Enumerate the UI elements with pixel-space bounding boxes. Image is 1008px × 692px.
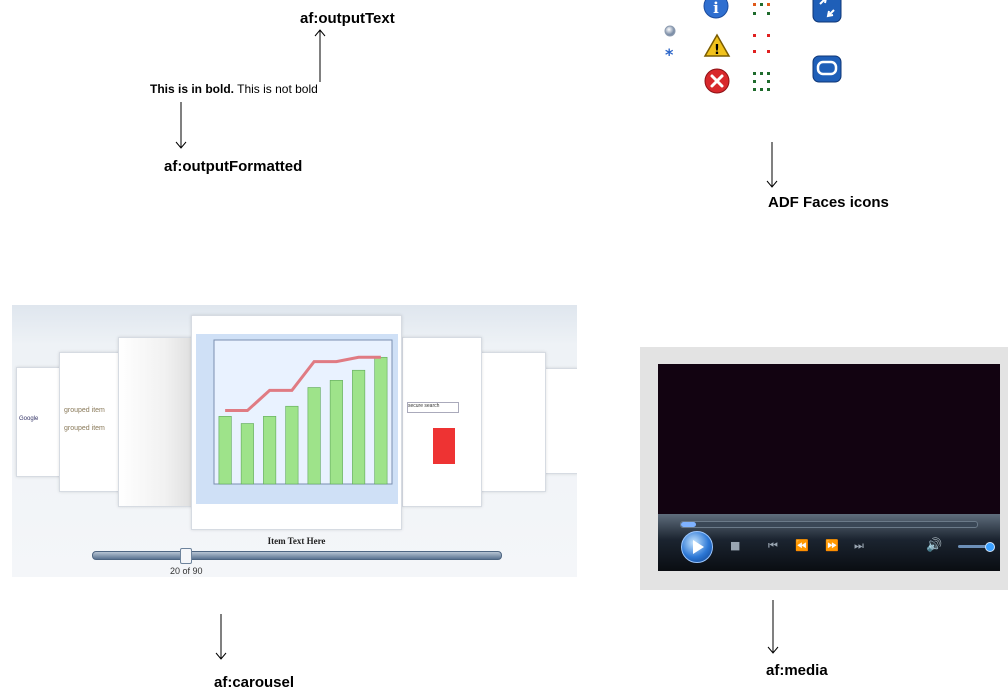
label-output-text: af:outputText <box>300 10 395 27</box>
carousel-card[interactable] <box>118 337 198 507</box>
chart-bar <box>374 356 388 485</box>
chart-bar <box>352 369 366 485</box>
chart-bar <box>285 405 299 485</box>
carousel-slider-track[interactable] <box>92 551 502 560</box>
play-button[interactable] <box>681 531 713 563</box>
grouped-item-text: grouped item <box>64 407 105 414</box>
label-adf-icons: ADF Faces icons <box>768 194 889 211</box>
chart-bar <box>240 423 254 485</box>
arrow-up-icon <box>314 29 326 82</box>
media-player[interactable]: ■ ⏮ ⏪ ⏩ ⏭ 🔊 <box>640 347 1008 590</box>
svg-text:i: i <box>713 0 719 17</box>
media-controls: ■ ⏮ ⏪ ⏩ ⏭ 🔊 <box>658 514 1000 571</box>
carousel-position-text: 20 of 90 <box>170 566 203 576</box>
volume-slider[interactable] <box>958 542 995 552</box>
arrow-down-icon <box>175 102 187 149</box>
label-media: af:media <box>766 662 828 679</box>
arrow-down-icon <box>766 142 778 188</box>
carousel-card[interactable] <box>474 352 546 492</box>
media-screen[interactable] <box>658 364 1000 514</box>
asterisk-icon: * <box>665 45 674 64</box>
chart-bar <box>329 380 343 485</box>
next-button[interactable]: ⏭ <box>854 539 864 553</box>
error-icon <box>704 68 730 94</box>
arrow-down-icon <box>767 600 779 654</box>
previous-button[interactable]: ⏮ <box>768 539 778 553</box>
chart-bar <box>218 416 232 485</box>
carousel-card[interactable]: grouped item grouped item <box>59 352 123 492</box>
grouped-item-text: grouped item <box>64 425 105 432</box>
card-image <box>433 428 455 464</box>
svg-text:!: ! <box>714 43 720 58</box>
volume-icon[interactable]: 🔊 <box>926 538 942 553</box>
label-output-formatted: af:outputFormatted <box>164 158 303 175</box>
info-icon: i <box>703 0 729 19</box>
carousel-chart <box>196 334 398 504</box>
stop-button[interactable]: ■ <box>730 539 740 552</box>
arrow-down-icon <box>215 614 227 660</box>
fast-forward-button[interactable]: ⏩ <box>825 539 839 552</box>
carousel-center-card[interactable]: Item Text Here <box>191 315 402 546</box>
rounded-box-icon[interactable] <box>812 55 842 83</box>
rewind-button[interactable]: ⏪ <box>795 539 809 552</box>
plain-text: This is not bold <box>234 82 318 96</box>
seek-fill <box>681 522 696 527</box>
chart-bar <box>263 416 277 485</box>
carousel-item-text: Item Text Here <box>267 536 326 546</box>
small-ball-icon <box>664 25 676 37</box>
carousel-card[interactable]: Google <box>16 367 63 477</box>
play-icon <box>693 540 704 554</box>
bold-text: This is in bold. <box>150 82 234 96</box>
expand-icon[interactable] <box>812 0 842 24</box>
carousel-card[interactable]: secure search <box>402 337 482 507</box>
carousel[interactable]: Google grouped item grouped item secure … <box>12 305 577 577</box>
chart-bar <box>307 387 321 485</box>
sample-output: This is in bold. This is not bold <box>150 82 318 96</box>
google-text: Google <box>19 416 39 422</box>
carousel-slider-thumb[interactable] <box>180 548 192 564</box>
seek-bar[interactable] <box>680 521 978 528</box>
warning-icon: ! <box>703 33 731 58</box>
label-carousel: af:carousel <box>214 674 295 691</box>
volume-knob[interactable] <box>984 542 995 552</box>
dotted-grid-icon <box>753 3 770 91</box>
secure-search-field[interactable]: secure search <box>407 402 459 413</box>
